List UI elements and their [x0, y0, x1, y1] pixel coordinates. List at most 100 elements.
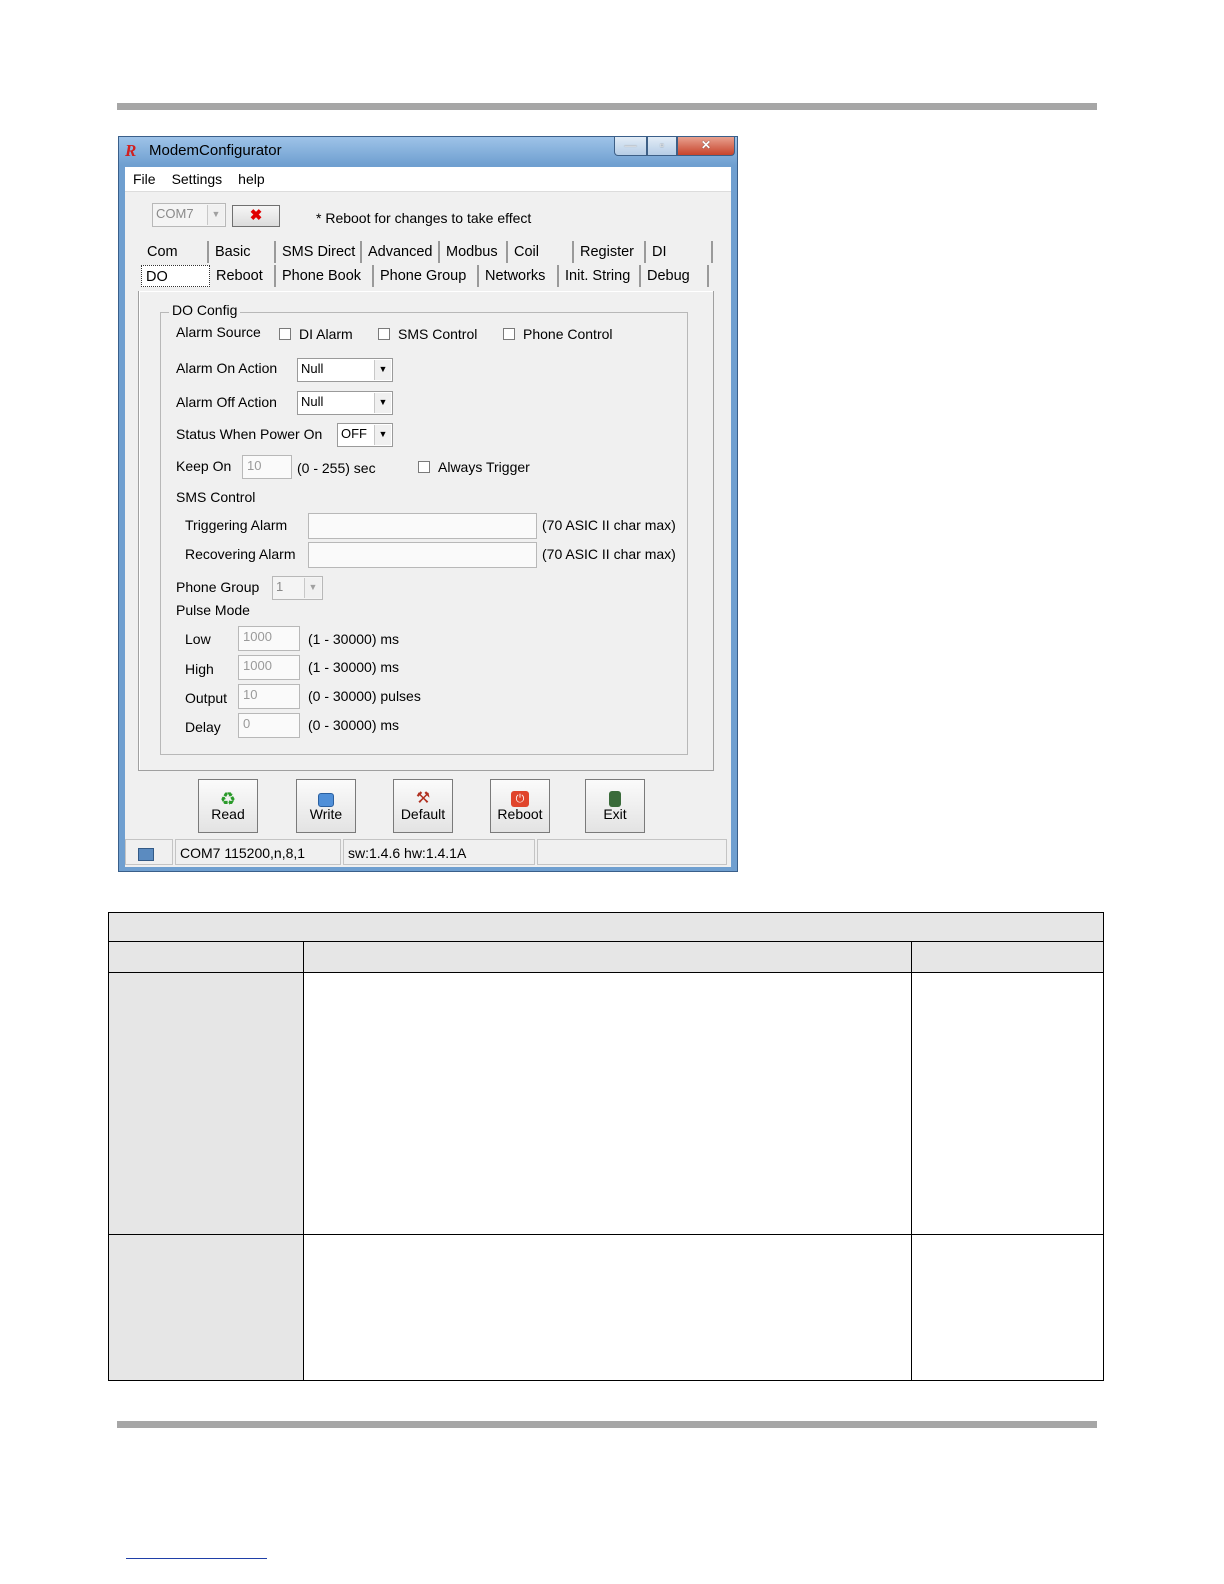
pulse-low-input[interactable]: 1000	[238, 626, 300, 651]
pulse-high-range: (1 - 30000) ms	[308, 659, 400, 675]
network-status-icon	[125, 839, 173, 865]
tab-row-2: DO Reboot Phone Book Phone Group Network…	[141, 265, 709, 287]
pulse-delay-label: Delay	[185, 719, 221, 735]
status-bar: COM7 115200,n,8,1 sw:1.4.6 hw:1.4.1A	[125, 839, 731, 867]
di-alarm-checkbox[interactable]	[279, 328, 291, 340]
table-header-cell	[912, 942, 1103, 973]
phone-group-select[interactable]: 1 ▼	[272, 576, 323, 600]
alarm-on-action-select[interactable]: Null ▼	[297, 358, 393, 382]
always-trigger-checkbox[interactable]	[418, 461, 430, 473]
reboot-button-label: Reboot	[497, 806, 543, 822]
pulse-delay-range: (0 - 30000) ms	[308, 717, 400, 733]
keep-on-label: Keep On	[176, 458, 232, 474]
exit-button-label: Exit	[603, 806, 627, 822]
alarm-off-action-select[interactable]: Null ▼	[297, 391, 393, 415]
tab-di[interactable]: DI	[646, 241, 713, 263]
sms-control-label: SMS Control	[398, 326, 478, 342]
keep-on-input[interactable]: 10	[242, 455, 292, 479]
maximize-icon: ▫	[659, 138, 665, 152]
tab-modbus[interactable]: Modbus	[440, 241, 508, 263]
tab-do[interactable]: DO	[141, 265, 210, 287]
menu-help[interactable]: help	[238, 171, 264, 187]
version-status: sw:1.4.6 hw:1.4.1A	[343, 839, 535, 865]
alarm-off-action-value: Null	[301, 394, 324, 409]
tools-icon: ⚒	[415, 790, 431, 807]
di-alarm-label: DI Alarm	[299, 326, 353, 342]
default-button[interactable]: ⚒ Default	[393, 779, 453, 833]
pulse-high-label: High	[185, 661, 214, 677]
window-title: ModemConfigurator	[149, 142, 282, 159]
chevron-down-icon: ▼	[374, 360, 391, 380]
sms-control-checkbox[interactable]	[378, 328, 390, 340]
exit-button[interactable]: Exit	[585, 779, 645, 833]
com-port-select[interactable]: COM7 ▼	[152, 203, 226, 227]
com-port-value: COM7	[156, 206, 194, 221]
tab-init-string[interactable]: Init. String	[559, 265, 641, 287]
reboot-button[interactable]: ⏻ Reboot	[490, 779, 550, 833]
recovering-alarm-hint: (70 ASIC II char max)	[542, 546, 676, 562]
pulse-output-range: (0 - 30000) pulses	[308, 688, 421, 704]
menu-bar: File Settings help	[125, 167, 731, 192]
pulse-high-input[interactable]: 1000	[238, 655, 300, 680]
alarm-on-action-value: Null	[301, 361, 324, 376]
default-button-label: Default	[400, 806, 446, 822]
maximize-button[interactable]: ▫	[647, 137, 677, 156]
reboot-note: * Reboot for changes to take effect	[316, 210, 532, 226]
chevron-down-icon: ▼	[304, 578, 321, 598]
pulse-delay-input[interactable]: 0	[238, 713, 300, 738]
tab-debug[interactable]: Debug	[641, 265, 709, 287]
power-on-status-select[interactable]: OFF ▼	[337, 423, 393, 447]
table-header-cell	[304, 942, 912, 973]
tab-sms-direct[interactable]: SMS Direct	[276, 241, 362, 263]
exit-door-icon	[609, 791, 621, 807]
title-bar[interactable]: R ModemConfigurator — ▫ ✕	[119, 137, 737, 165]
pulse-low-label: Low	[185, 631, 211, 647]
write-button[interactable]: Write	[296, 779, 356, 833]
minimize-icon: —	[624, 138, 637, 152]
power-on-status-value: OFF	[341, 426, 367, 441]
minimize-button[interactable]: —	[614, 137, 647, 156]
tab-phone-book[interactable]: Phone Book	[276, 265, 374, 287]
triggering-alarm-hint: (70 ASIC II char max)	[542, 517, 676, 533]
table-title-row	[109, 913, 1103, 942]
table-cell	[912, 973, 1103, 1235]
table-header-cell	[109, 942, 304, 973]
tab-basic[interactable]: Basic	[209, 241, 276, 263]
table-cell	[304, 973, 912, 1235]
tab-register[interactable]: Register	[574, 241, 646, 263]
menu-file[interactable]: File	[133, 171, 156, 187]
recovering-alarm-input[interactable]	[308, 542, 537, 568]
tab-advanced[interactable]: Advanced	[362, 241, 440, 263]
tab-com[interactable]: Com	[141, 241, 209, 263]
recovering-alarm-label: Recovering Alarm	[185, 546, 296, 562]
status-empty-pane	[537, 839, 727, 865]
phone-control-checkbox[interactable]	[503, 328, 515, 340]
tab-phone-group[interactable]: Phone Group	[374, 265, 479, 287]
write-button-label: Write	[309, 806, 343, 822]
tab-networks[interactable]: Networks	[479, 265, 559, 287]
do-config-title: DO Config	[169, 302, 241, 318]
disconnect-button[interactable]: ✖	[232, 205, 280, 227]
read-button[interactable]: ♻ Read	[198, 779, 258, 833]
close-window-button[interactable]: ✕	[677, 137, 735, 156]
recycle-icon: ♻	[219, 789, 237, 809]
phone-group-value: 1	[276, 579, 284, 594]
tab-reboot[interactable]: Reboot	[210, 265, 276, 287]
modem-configurator-window: R ModemConfigurator — ▫ ✕ File Settings …	[118, 136, 738, 872]
close-icon: ✕	[700, 138, 712, 152]
table-cell	[109, 973, 304, 1235]
tab-row-1: Com Basic SMS Direct Advanced Modbus Coi…	[141, 241, 713, 263]
pulse-output-input[interactable]: 10	[238, 684, 300, 709]
triggering-alarm-label: Triggering Alarm	[185, 517, 288, 533]
tab-coil[interactable]: Coil	[508, 241, 574, 263]
pulse-low-range: (1 - 30000) ms	[308, 631, 400, 647]
menu-settings[interactable]: Settings	[172, 171, 223, 187]
phone-control-label: Phone Control	[523, 326, 613, 342]
write-icon	[318, 793, 334, 807]
power-icon: ⏻	[511, 791, 529, 807]
alarm-source-label: Alarm Source	[176, 324, 261, 340]
read-button-label: Read	[211, 806, 245, 822]
triggering-alarm-input[interactable]	[308, 513, 537, 539]
chevron-down-icon: ▼	[374, 393, 391, 413]
footer-link-underline	[126, 1558, 267, 1559]
